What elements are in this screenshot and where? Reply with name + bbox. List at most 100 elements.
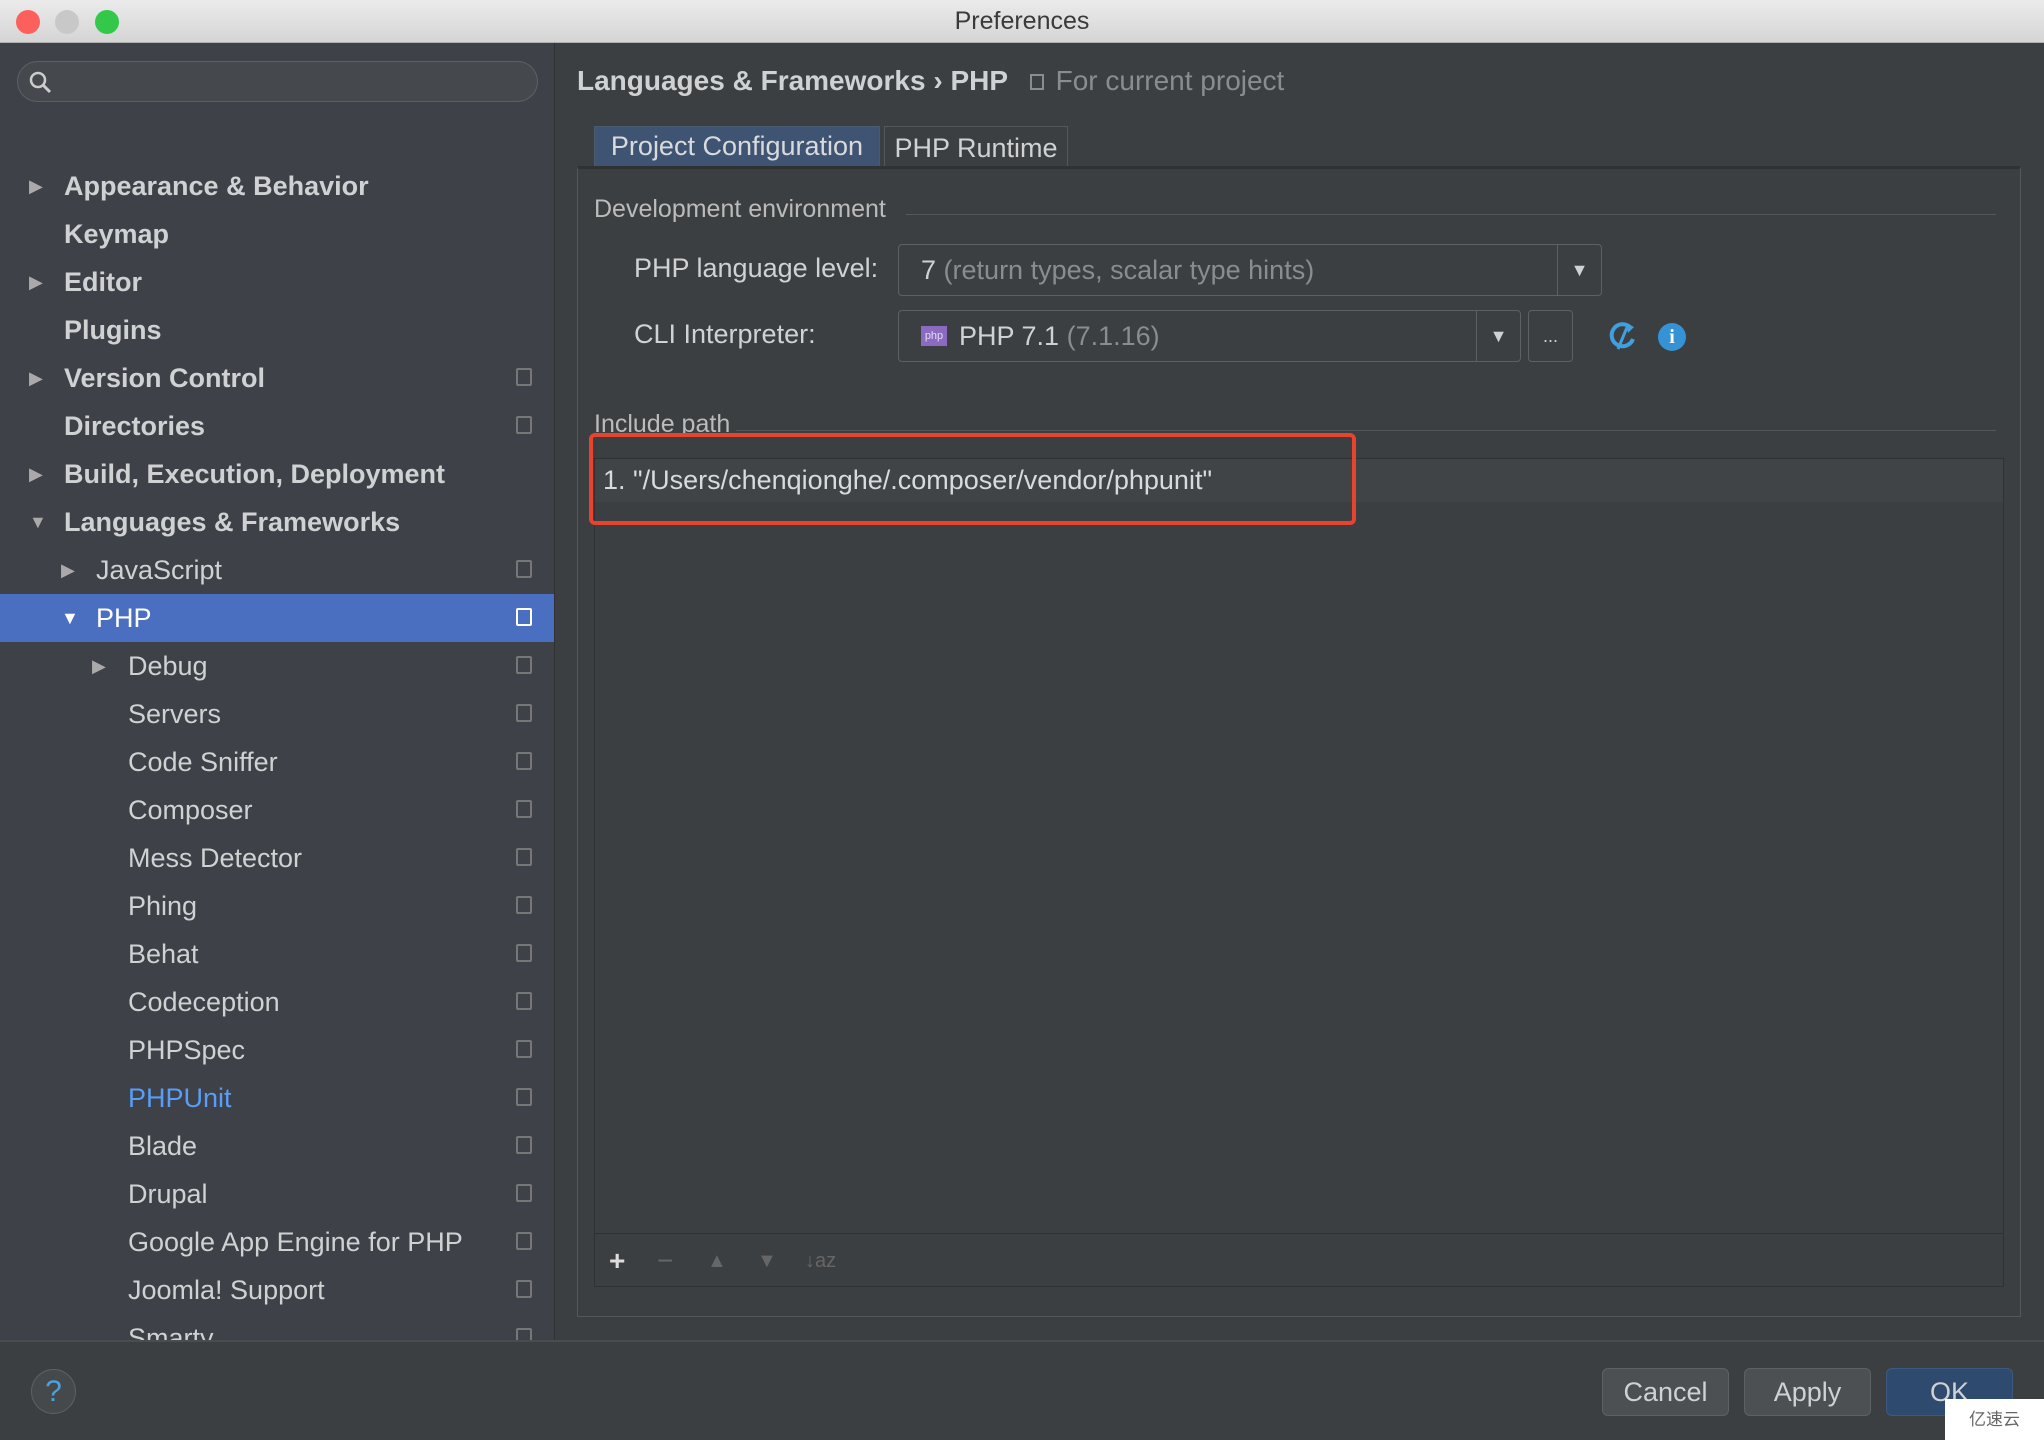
project-scope-icon xyxy=(516,1232,532,1250)
sidebar-item-build-execution-deployment[interactable]: ▶ Build, Execution, Deployment xyxy=(0,450,554,498)
collapsed-arrow-icon[interactable]: ▶ xyxy=(29,258,43,306)
collapsed-arrow-icon[interactable]: ▶ xyxy=(61,546,75,594)
sidebar-item-keymap[interactable]: Keymap xyxy=(0,210,554,258)
sidebar-item-label: JavaScript xyxy=(96,555,223,585)
cli-interpreter-label: CLI Interpreter: xyxy=(634,319,816,349)
project-scope-icon xyxy=(516,1136,532,1154)
minimize-window-button[interactable] xyxy=(55,10,79,34)
project-scope-icon xyxy=(516,1040,532,1058)
project-scope-icon xyxy=(516,1328,532,1340)
project-scope-icon xyxy=(516,992,532,1010)
sidebar-item-languages-frameworks[interactable]: ▼ Languages & Frameworks xyxy=(0,498,554,546)
sidebar-item-label: PHP xyxy=(96,603,152,633)
sidebar-item-smarty[interactable]: Smarty xyxy=(0,1314,554,1340)
add-icon[interactable]: + xyxy=(609,1234,625,1288)
cli-interpreter-select[interactable]: php PHP 7.1 (7.1.16) ▼ xyxy=(898,310,1521,362)
sidebar-item-label: Composer xyxy=(128,795,253,825)
project-scope-icon xyxy=(516,704,532,722)
project-scope-icon xyxy=(516,848,532,866)
tab-project-configuration[interactable]: Project Configuration xyxy=(594,126,880,166)
expanded-arrow-icon[interactable]: ▼ xyxy=(61,594,79,642)
sidebar-item-phing[interactable]: Phing xyxy=(0,882,554,930)
chevron-down-icon[interactable]: ▼ xyxy=(1476,311,1520,361)
sidebar-item-label: Joomla! Support xyxy=(128,1275,325,1305)
cli-interpreter-value: PHP 7.1 xyxy=(959,321,1060,351)
remove-icon[interactable]: − xyxy=(657,1234,673,1288)
scope-label: For current project xyxy=(1055,65,1285,96)
cli-interpreter-version: (7.1.16) xyxy=(1066,321,1160,351)
sidebar-item-blade[interactable]: Blade xyxy=(0,1122,554,1170)
sidebar-item-php[interactable]: ▼ PHP xyxy=(0,594,554,642)
sidebar-item-servers[interactable]: Servers xyxy=(0,690,554,738)
collapsed-arrow-icon[interactable]: ▶ xyxy=(29,354,43,402)
sidebar-item-plugins[interactable]: Plugins xyxy=(0,306,554,354)
collapsed-arrow-icon[interactable]: ▶ xyxy=(29,162,43,210)
divider xyxy=(906,214,1996,215)
sidebar-item-label: Build, Execution, Deployment xyxy=(64,459,446,489)
sidebar-item-drupal[interactable]: Drupal xyxy=(0,1170,554,1218)
sidebar-item-behat[interactable]: Behat xyxy=(0,930,554,978)
sidebar-item-code-sniffer[interactable]: Code Sniffer xyxy=(0,738,554,786)
sidebar-item-label: Codeception xyxy=(128,987,280,1017)
sidebar-item-label: Version Control xyxy=(64,363,266,393)
project-scope-icon xyxy=(516,896,532,914)
sidebar-item-codeception[interactable]: Codeception xyxy=(0,978,554,1026)
annotation-highlight-box xyxy=(589,433,1356,525)
sidebar-item-label: Code Sniffer xyxy=(128,747,278,777)
sidebar-item-google-app-engine-for-php[interactable]: Google App Engine for PHP xyxy=(0,1218,554,1266)
search-input[interactable] xyxy=(17,61,538,102)
project-scope-icon xyxy=(516,1184,532,1202)
sidebar-item-label: PHPSpec xyxy=(128,1035,246,1065)
sidebar-item-composer[interactable]: Composer xyxy=(0,786,554,834)
collapsed-arrow-icon[interactable]: ▶ xyxy=(29,450,43,498)
project-scope-icon xyxy=(516,752,532,770)
sidebar-item-label: Drupal xyxy=(128,1179,208,1209)
sidebar-item-mess-detector[interactable]: Mess Detector xyxy=(0,834,554,882)
info-icon[interactable]: i xyxy=(1658,323,1686,351)
collapsed-arrow-icon[interactable]: ▶ xyxy=(92,642,106,690)
language-level-hint: (return types, scalar type hints) xyxy=(943,255,1315,285)
sidebar-item-label: Directories xyxy=(64,411,206,441)
sidebar-item-phpunit[interactable]: PHPUnit xyxy=(0,1074,554,1122)
sidebar-item-label: Mess Detector xyxy=(128,843,303,873)
settings-sidebar: ▶ Appearance & Behavior Keymap ▶ Editor Plugi… xyxy=(0,43,555,1340)
sidebar-item-phpspec[interactable]: PHPSpec xyxy=(0,1026,554,1074)
php-language-level-label: PHP language level: xyxy=(634,253,879,283)
sidebar-item-debug[interactable]: ▶ Debug xyxy=(0,642,554,690)
sidebar-item-javascript[interactable]: ▶ JavaScript xyxy=(0,546,554,594)
include-path-list[interactable]: 1. "/Users/chenqionghe/.composer/vendor/… xyxy=(594,458,2004,1287)
sort-icon[interactable]: ↓az xyxy=(805,1234,836,1288)
zoom-window-button[interactable] xyxy=(95,10,119,34)
sidebar-item-editor[interactable]: ▶ Editor xyxy=(0,258,554,306)
sidebar-item-joomla-support[interactable]: Joomla! Support xyxy=(0,1266,554,1314)
sidebar-item-appearance-behavior[interactable]: ▶ Appearance & Behavior xyxy=(0,162,554,210)
list-toolbar: + − ▲ ▼ ↓az xyxy=(595,1233,2003,1287)
sidebar-item-version-control[interactable]: ▶ Version Control xyxy=(0,354,554,402)
title-bar: Preferences xyxy=(0,0,2044,43)
sidebar-item-directories[interactable]: Directories xyxy=(0,402,554,450)
project-scope-icon xyxy=(516,800,532,818)
breadcrumb: Languages & Frameworks › PHP For current… xyxy=(577,65,1284,97)
sidebar-item-label: Servers xyxy=(128,699,222,729)
language-level-value: 7 xyxy=(921,255,937,285)
php-language-level-select[interactable]: 7 (return types, scalar type hints) ▼ xyxy=(898,244,1602,296)
tab-php-runtime[interactable]: PHP Runtime xyxy=(884,126,1068,166)
move-up-icon[interactable]: ▲ xyxy=(707,1234,727,1288)
project-scope-icon xyxy=(516,608,532,626)
project-scope-icon xyxy=(516,416,532,434)
move-down-icon[interactable]: ▼ xyxy=(757,1234,777,1288)
sidebar-item-label: Behat xyxy=(128,939,199,969)
chevron-down-icon[interactable]: ▼ xyxy=(1557,245,1601,295)
apply-button[interactable]: Apply xyxy=(1744,1368,1871,1416)
browse-interpreter-button[interactable]: ... xyxy=(1528,310,1573,362)
expanded-arrow-icon[interactable]: ▼ xyxy=(29,498,47,546)
help-button[interactable]: ? xyxy=(31,1369,76,1414)
close-window-button[interactable] xyxy=(16,10,40,34)
section-title-development-environment: Development environment xyxy=(594,195,886,223)
cancel-button[interactable]: Cancel xyxy=(1602,1368,1729,1416)
sidebar-item-label: Editor xyxy=(64,267,142,297)
refresh-icon[interactable] xyxy=(1608,321,1638,353)
divider xyxy=(736,430,1996,431)
sidebar-item-label: Appearance & Behavior xyxy=(64,171,369,201)
breadcrumb-separator: › xyxy=(933,65,943,96)
